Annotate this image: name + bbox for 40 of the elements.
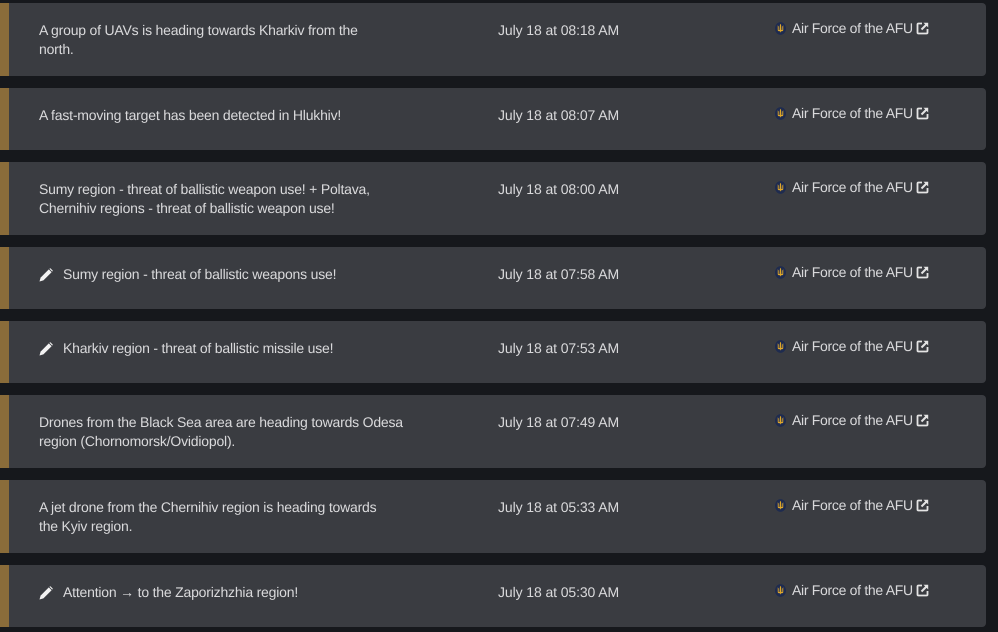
- external-link-icon: [916, 499, 929, 512]
- alert-time: July 18 at 07:53 AM: [498, 340, 620, 356]
- source-link[interactable]: Air Force of the AFU: [775, 581, 929, 600]
- trident-icon: [775, 414, 786, 427]
- alert-time: July 18 at 08:18 AM: [498, 22, 620, 38]
- trident-icon: [775, 22, 786, 35]
- trident-icon: [775, 499, 786, 512]
- alert-time: July 18 at 05:30 AM: [498, 584, 620, 600]
- alert-message: Kharkiv region - threat of ballistic missile use!: [63, 339, 334, 358]
- alert-time: July 18 at 07:58 AM: [498, 266, 620, 282]
- trident-icon: [775, 584, 786, 597]
- external-link-icon: [916, 107, 929, 120]
- source-link[interactable]: Air Force of the AFU: [775, 263, 929, 282]
- source-link[interactable]: Air Force of the AFU: [775, 104, 929, 123]
- source-link[interactable]: Air Force of the AFU: [775, 496, 929, 515]
- trident-icon: [775, 340, 786, 353]
- external-link-icon: [916, 266, 929, 279]
- trident-icon: [775, 266, 786, 279]
- external-link-icon: [916, 340, 929, 353]
- alert-message: A fast-moving target has been detected in Hlukhiv!: [39, 106, 342, 125]
- source-link[interactable]: Air Force of the AFU: [775, 19, 929, 38]
- source-link[interactable]: Air Force of the AFU: [775, 337, 929, 356]
- external-link-icon: [916, 584, 929, 597]
- alert-message: Drones from the Black Sea area are heading towards Odesa region (Chornomorsk/Ovidiopol).: [39, 413, 403, 451]
- source-link[interactable]: Air Force of the AFU: [775, 411, 929, 430]
- trident-icon: [775, 181, 786, 194]
- external-link-icon: [916, 181, 929, 194]
- alert-time: July 18 at 05:33 AM: [498, 499, 620, 515]
- alert-time: July 18 at 07:49 AM: [498, 414, 620, 430]
- alert-message: Sumy region - threat of ballistic weapon use! + Poltava, Chernihiv regions - threat of ballistic weapon use!: [39, 180, 370, 218]
- external-link-icon: [916, 22, 929, 35]
- external-link-icon: [916, 414, 929, 427]
- alert-message: A group of UAVs is heading towards Kharkiv from the north.: [39, 21, 358, 59]
- alert-message: Sumy region - threat of ballistic weapons use!: [63, 265, 336, 284]
- alert-message: Attention → to the Zaporizhzhia region!: [63, 583, 298, 602]
- source-link[interactable]: Air Force of the AFU: [775, 178, 929, 197]
- alert-message: A jet drone from the Chernihiv region is heading towards the Kyiv region.: [39, 498, 376, 536]
- trident-icon: [775, 107, 786, 120]
- alert-time: July 18 at 08:00 AM: [498, 181, 620, 197]
- alert-time: July 18 at 08:07 AM: [498, 107, 620, 123]
